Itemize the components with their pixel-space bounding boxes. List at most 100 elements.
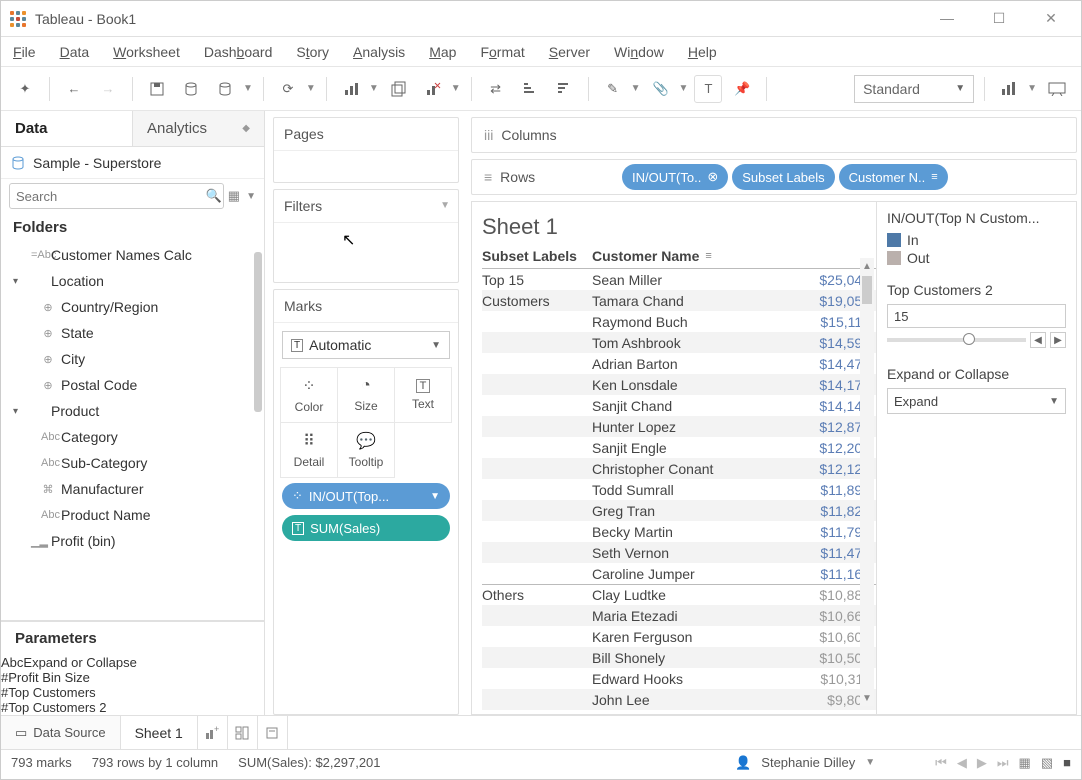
forward-button[interactable]: →	[94, 75, 122, 103]
tab-datasource[interactable]: ▭Data Source	[1, 716, 121, 749]
columns-shelf[interactable]: iiiColumns	[471, 117, 1077, 153]
table-row[interactable]: OthersClay Ludtke$10,881	[482, 584, 876, 605]
mark-pill-inout[interactable]: ⁘ IN/OUT(Top...▼	[282, 483, 450, 509]
table-row[interactable]: John Lee$9,800	[482, 689, 876, 710]
tab-analytics[interactable]: Analytics◆	[132, 111, 264, 146]
nav-next-icon[interactable]: ▶	[977, 755, 987, 771]
view-grid-icon[interactable]: ▦	[1019, 755, 1031, 771]
tree-scrollbar[interactable]	[254, 242, 262, 620]
field-category[interactable]: AbcCategory	[1, 424, 252, 450]
menu-map[interactable]: Map	[429, 44, 456, 60]
save-button[interactable]	[143, 75, 171, 103]
sheet-title[interactable]: Sheet 1	[482, 210, 876, 248]
table-row[interactable]: Tom Ashbrook$14,596	[482, 332, 876, 353]
swap-button[interactable]: ⇄	[482, 75, 510, 103]
param-profit-bin-size[interactable]: #Profit Bin Size	[1, 670, 264, 685]
menu-caret-icon[interactable]: ▼	[246, 191, 256, 202]
tab-sheet1[interactable]: Sheet 1	[121, 716, 198, 749]
mark-tooltip-button[interactable]: 💬Tooltip	[337, 422, 395, 478]
menu-worksheet[interactable]: Worksheet	[113, 44, 180, 60]
table-row[interactable]: Todd Sumrall$11,892	[482, 479, 876, 500]
remove-icon[interactable]: ⊗	[707, 169, 718, 185]
legend-out[interactable]: Out	[887, 250, 1066, 266]
param-topcustomers-value[interactable]: 15	[887, 304, 1066, 328]
table-row[interactable]: Greg Tran$11,820	[482, 500, 876, 521]
filters-shelf[interactable]: Filters ▼ ↖	[273, 189, 459, 283]
sort-asc-button[interactable]	[516, 75, 544, 103]
mark-pill-sum-sales[interactable]: T SUM(Sales)	[282, 515, 450, 541]
group-button[interactable]: 📎	[647, 75, 675, 103]
menu-story[interactable]: Story	[296, 44, 329, 60]
tableau-icon[interactable]: ✦	[11, 75, 39, 103]
field-sub-category[interactable]: AbcSub-Category	[1, 450, 252, 476]
sort-desc-button[interactable]	[550, 75, 578, 103]
search-input[interactable]	[9, 183, 224, 209]
back-button[interactable]: ←	[60, 75, 88, 103]
minimize-button[interactable]: —	[933, 10, 961, 27]
param-top-customers-2[interactable]: #Top Customers 2	[1, 700, 264, 715]
sheet-scrollbar[interactable]: ▲ ▼	[860, 258, 874, 706]
mark-text-button[interactable]: TText	[394, 367, 452, 423]
highlight-button[interactable]: ✎	[599, 75, 627, 103]
table-row[interactable]: Becky Martin$11,790	[482, 521, 876, 542]
header-subset-labels[interactable]: Subset Labels	[482, 248, 592, 264]
mark-detail-button[interactable]: ⠿Detail	[280, 422, 338, 478]
table-row[interactable]: Sanjit Engle$12,209	[482, 437, 876, 458]
new-story-button[interactable]	[258, 716, 288, 749]
view-tiles-icon[interactable]: ▧	[1041, 755, 1053, 771]
table-row[interactable]: Christopher Conant$12,129	[482, 458, 876, 479]
table-row[interactable]: Sanjit Chand$14,142	[482, 395, 876, 416]
table-row[interactable]: Ken Lonsdale$14,175	[482, 374, 876, 395]
nav-prev-icon[interactable]: ◀	[957, 755, 967, 771]
fit-dropdown[interactable]: Standard▼	[854, 75, 974, 103]
menu-window[interactable]: Window	[614, 44, 664, 60]
field-location[interactable]: ▾Location	[1, 268, 252, 294]
field-state[interactable]: ⊕State	[1, 320, 252, 346]
field-customer-names-calc[interactable]: =AbcCustomer Names Calc	[1, 242, 252, 268]
table-row[interactable]: Maria Etezadi$10,664	[482, 605, 876, 626]
close-button[interactable]: ✕	[1037, 10, 1065, 27]
row-pill-inout[interactable]: IN/OUT(To..⊗	[622, 164, 728, 190]
menu-analysis[interactable]: Analysis	[353, 44, 405, 60]
field-country-region[interactable]: ⊕Country/Region	[1, 294, 252, 320]
nav-first-icon[interactable]: ⏮	[935, 755, 947, 771]
pages-shelf[interactable]: Pages	[273, 117, 459, 183]
view-full-icon[interactable]: ■	[1063, 755, 1071, 770]
table-row[interactable]: Raymond Buch$15,117	[482, 311, 876, 332]
new-dashboard-button[interactable]	[228, 716, 258, 749]
pin-button[interactable]: 📌	[728, 75, 756, 103]
table-row[interactable]: Bill Shonely$10,502	[482, 647, 876, 668]
param-expand-dropdown[interactable]: Expand▼	[887, 388, 1066, 414]
menu-data[interactable]: Data	[60, 44, 90, 60]
present-button[interactable]	[1043, 75, 1071, 103]
labels-button[interactable]: T	[694, 75, 722, 103]
nav-last-icon[interactable]: ⏭	[997, 755, 1009, 771]
legend-in[interactable]: In	[887, 232, 1066, 248]
clear-sheet-button[interactable]	[419, 75, 447, 103]
table-row[interactable]: Edward Hooks$10,311	[482, 668, 876, 689]
table-row[interactable]: Hunter Lopez$12,873	[482, 416, 876, 437]
table-row[interactable]: Karen Ferguson$10,604	[482, 626, 876, 647]
param-topcustomers-slider[interactable]: ◀ ▶	[887, 332, 1066, 348]
table-row[interactable]: Caroline Jumper$11,165	[482, 563, 876, 584]
slider-next-button[interactable]: ▶	[1050, 332, 1066, 348]
param-top-customers[interactable]: #Top Customers	[1, 685, 264, 700]
tab-data[interactable]: Data	[1, 111, 132, 146]
row-pill-subset[interactable]: Subset Labels	[732, 164, 834, 190]
menu-format[interactable]: Format	[480, 44, 524, 60]
maximize-button[interactable]: ☐	[985, 10, 1013, 27]
refresh-button[interactable]: ⟳	[274, 75, 302, 103]
field-profit-bin-[interactable]: ▁▂Profit (bin)	[1, 528, 252, 554]
menu-file[interactable]: File	[13, 44, 36, 60]
menu-server[interactable]: Server	[549, 44, 590, 60]
menu-dashboard[interactable]: Dashboard	[204, 44, 273, 60]
status-user[interactable]: Stephanie Dilley	[761, 755, 855, 770]
autosave-button[interactable]	[211, 75, 239, 103]
new-sheet-button[interactable]	[337, 75, 365, 103]
mark-color-button[interactable]: ⁘Color	[280, 367, 338, 423]
duplicate-sheet-button[interactable]	[385, 75, 413, 103]
field-postal-code[interactable]: ⊕Postal Code	[1, 372, 252, 398]
new-worksheet-button[interactable]: +	[198, 716, 228, 749]
new-datasource-button[interactable]	[177, 75, 205, 103]
slider-prev-button[interactable]: ◀	[1030, 332, 1046, 348]
